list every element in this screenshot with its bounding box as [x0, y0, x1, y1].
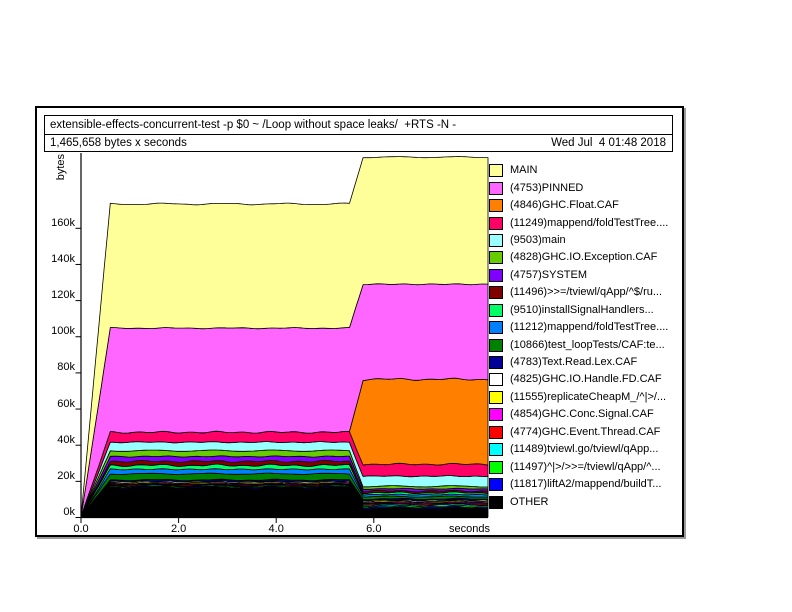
legend-label: (11249)mappend/foldTestTree.... [510, 217, 668, 230]
legend-label: (10866)test_loopTests/CAF:te... [510, 339, 665, 352]
legend-label: (11817)liftA2/mappend/buildT... [510, 478, 661, 491]
legend-item: (4753)PINNED [489, 179, 668, 196]
legend-label: (11497)^|>/>>=/tviewl/qApp/^... [510, 461, 661, 474]
y-tick-label: 40k [30, 434, 75, 446]
legend-label: (4846)GHC.Float.CAF [510, 199, 619, 212]
legend-item: MAIN [489, 162, 668, 179]
legend-swatch [489, 461, 503, 474]
legend-item: (11555)replicateCheapM_/^|>/... [489, 389, 668, 406]
y-tick-label: 80k [30, 361, 75, 373]
total-bytes-seconds: 1,465,658 bytes x seconds [50, 135, 187, 152]
header-box: extensible-effects-concurrent-test -p $0… [44, 115, 673, 152]
legend-item: OTHER [489, 493, 668, 510]
legend-item: (4828)GHC.IO.Exception.CAF [489, 249, 668, 266]
legend-item: (11497)^|>/>>=/tviewl/qApp/^... [489, 458, 668, 475]
legend-swatch [489, 251, 503, 264]
legend-swatch [489, 496, 503, 509]
legend-label: (4774)GHC.Event.Thread.CAF [510, 426, 660, 439]
legend-label: (9510)installSignalHandlers... [510, 304, 654, 317]
legend-swatch [489, 356, 503, 369]
y-tick-label: 0k [30, 506, 75, 518]
legend-label: (4757)SYSTEM [510, 269, 587, 282]
legend-swatch [489, 217, 503, 230]
legend-swatch [489, 408, 503, 421]
legend-swatch [489, 182, 503, 195]
y-tick-label: 160k [30, 217, 75, 229]
legend-swatch [489, 321, 503, 334]
legend-item: (4774)GHC.Event.Thread.CAF [489, 424, 668, 441]
header-sub-row: 1,465,658 bytes x seconds Wed Jul 4 01:4… [45, 135, 672, 152]
legend-item: (4825)GHC.IO.Handle.FD.CAF [489, 371, 668, 388]
legend-swatch [489, 339, 503, 352]
legend-item: (11489)tviewl.go/tviewl/qApp... [489, 441, 668, 458]
legend-swatch [489, 164, 503, 177]
legend-label: (11496)>>=/tviewl/qApp/^$/ru... [510, 286, 662, 299]
legend-item: (4854)GHC.Conc.Signal.CAF [489, 406, 668, 423]
legend-swatch [489, 286, 503, 299]
legend-label: (4828)GHC.IO.Exception.CAF [510, 251, 657, 264]
legend-item: (11496)>>=/tviewl/qApp/^$/ru... [489, 284, 668, 301]
x-tick-label: 0.0 [59, 523, 103, 535]
legend-item: (9510)installSignalHandlers... [489, 302, 668, 319]
y-axis-title: bytes [55, 154, 67, 180]
legend-item: (4757)SYSTEM [489, 267, 668, 284]
profile-date: Wed Jul 4 01:48 2018 [551, 135, 666, 152]
y-tick-label: 60k [30, 398, 75, 410]
legend-label: (4854)GHC.Conc.Signal.CAF [510, 408, 654, 421]
y-tick-label: 100k [30, 325, 75, 337]
legend-label: (4825)GHC.IO.Handle.FD.CAF [510, 373, 662, 386]
legend-label: (11555)replicateCheapM_/^|>/... [510, 391, 666, 404]
legend-label: (11212)mappend/foldTestTree.... [510, 321, 668, 334]
legend-swatch [489, 426, 503, 439]
legend-label: (4753)PINNED [510, 182, 583, 195]
profile-command-title: extensible-effects-concurrent-test -p $0… [45, 116, 672, 135]
legend-swatch [489, 234, 503, 247]
y-tick-label: 20k [30, 470, 75, 482]
legend-label: (9503)main [510, 234, 566, 247]
legend-item: (11212)mappend/foldTestTree.... [489, 319, 668, 336]
legend-item: (11817)liftA2/mappend/buildT... [489, 476, 668, 493]
page: extensible-effects-concurrent-test -p $0… [0, 0, 792, 612]
x-tick-label: 6.0 [352, 523, 396, 535]
legend: MAIN (4753)PINNED (4846)GHC.Float.CAF (1124… [489, 162, 668, 511]
legend-item: (9503)main [489, 232, 668, 249]
legend-swatch [489, 304, 503, 317]
legend-item: (4783)Text.Read.Lex.CAF [489, 354, 668, 371]
legend-swatch [489, 478, 503, 491]
y-tick-label: 120k [30, 289, 75, 301]
legend-label: OTHER [510, 496, 549, 509]
legend-swatch [489, 269, 503, 282]
legend-item: (11249)mappend/foldTestTree.... [489, 214, 668, 231]
x-tick-label: 2.0 [157, 523, 201, 535]
y-tick-label: 140k [30, 253, 75, 265]
legend-swatch [489, 391, 503, 404]
legend-swatch [489, 199, 503, 212]
legend-swatch [489, 373, 503, 386]
legend-label: MAIN [510, 164, 538, 177]
x-axis-title: seconds [400, 523, 490, 535]
legend-swatch [489, 443, 503, 456]
legend-label: (4783)Text.Read.Lex.CAF [510, 356, 637, 369]
x-tick-label: 4.0 [254, 523, 298, 535]
legend-item: (4846)GHC.Float.CAF [489, 197, 668, 214]
legend-item: (10866)test_loopTests/CAF:te... [489, 336, 668, 353]
legend-label: (11489)tviewl.go/tviewl/qApp... [510, 443, 658, 456]
